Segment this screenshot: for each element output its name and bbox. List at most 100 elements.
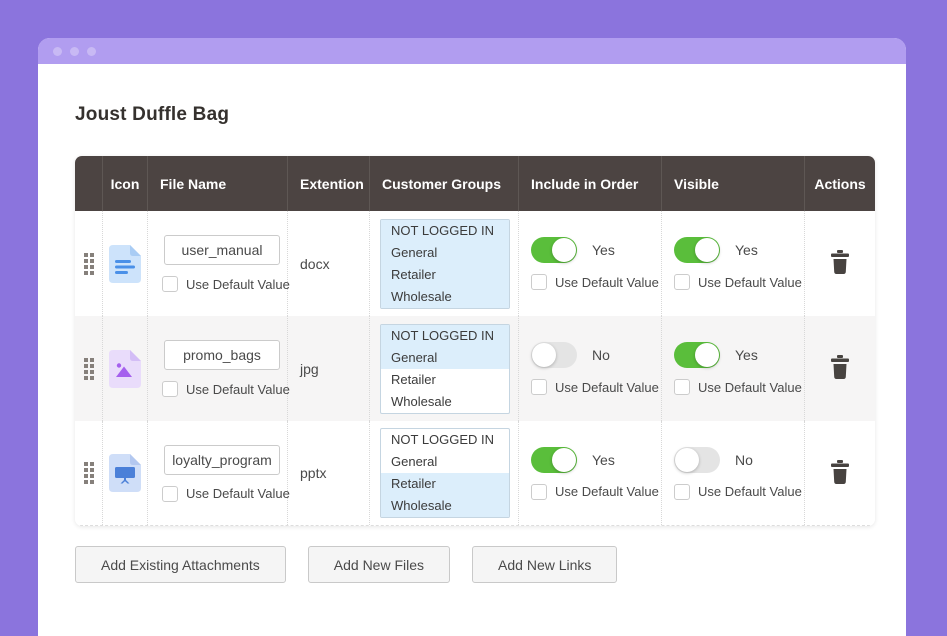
visible-cell: Yes Use Default Value — [662, 211, 805, 316]
customer-groups-cell: NOT LOGGED INGeneralRetailerWholesale — [370, 421, 519, 525]
attachments-table: Icon File Name Extention Customer Groups… — [75, 156, 875, 526]
customer-group-option[interactable]: General — [381, 242, 509, 264]
visible-cell: Yes Use Default Value — [662, 316, 805, 421]
customer-group-option[interactable]: Retailer — [381, 473, 509, 495]
toggle-state-label: No — [735, 452, 753, 468]
drag-handle-icon[interactable] — [84, 253, 94, 275]
window-control-dot[interactable] — [70, 47, 79, 56]
use-default-label: Use Default Value — [186, 277, 290, 292]
extension-value: docx — [300, 256, 369, 272]
header-actions: Actions — [805, 156, 875, 211]
use-default-checkbox[interactable] — [162, 486, 178, 502]
window-control-dot[interactable] — [87, 47, 96, 56]
visible-toggle[interactable] — [674, 237, 720, 263]
toggle-state-label: Yes — [592, 242, 615, 258]
icon-cell — [103, 316, 148, 421]
delete-button[interactable] — [826, 351, 854, 386]
use-default-checkbox[interactable] — [531, 379, 547, 395]
document-file-icon — [109, 245, 141, 283]
use-default-label: Use Default Value — [698, 484, 802, 499]
use-default-checkbox[interactable] — [674, 379, 690, 395]
include-in-order-cell: Yes Use Default Value — [519, 211, 662, 316]
toggle-state-label: Yes — [592, 452, 615, 468]
visible-toggle[interactable] — [674, 447, 720, 473]
customer-groups-listbox: NOT LOGGED INGeneralRetailerWholesale — [380, 324, 510, 414]
visible-toggle[interactable] — [674, 342, 720, 368]
file-name-cell: Use Default Value — [148, 421, 288, 525]
include-in-order-toggle[interactable] — [531, 447, 577, 473]
use-default-checkbox[interactable] — [531, 484, 547, 500]
header-file-name: File Name — [148, 156, 288, 211]
use-default-label: Use Default Value — [698, 380, 802, 395]
customer-groups-cell: NOT LOGGED INGeneralRetailerWholesale — [370, 316, 519, 421]
include-in-order-toggle[interactable] — [531, 237, 577, 263]
table-row: Use Default Value jpg NOT LOGGED INGener… — [75, 316, 875, 421]
customer-group-option[interactable]: NOT LOGGED IN — [381, 325, 509, 347]
header-extention: Extention — [288, 156, 370, 211]
toggle-state-label: Yes — [735, 242, 758, 258]
icon-cell — [103, 211, 148, 316]
image-file-icon — [109, 350, 141, 388]
use-default-label: Use Default Value — [698, 275, 802, 290]
table-row: Use Default Value docx NOT LOGGED INGene… — [75, 211, 875, 316]
table-header-row: Icon File Name Extention Customer Groups… — [75, 156, 875, 211]
drag-handle-icon[interactable] — [84, 358, 94, 380]
toggle-state-label: No — [592, 347, 610, 363]
page-title: Joust Duffle Bag — [75, 104, 869, 126]
customer-groups-listbox: NOT LOGGED INGeneralRetailerWholesale — [380, 219, 510, 309]
extension-value: pptx — [300, 465, 369, 481]
window-titlebar — [38, 38, 906, 64]
file-name-input[interactable] — [164, 445, 280, 475]
customer-group-option[interactable]: Retailer — [381, 264, 509, 286]
use-default-checkbox[interactable] — [674, 274, 690, 290]
include-in-order-cell: Yes Use Default Value — [519, 421, 662, 525]
use-default-checkbox[interactable] — [162, 381, 178, 397]
file-name-cell: Use Default Value — [148, 316, 288, 421]
header-include-in-order: Include in Order — [519, 156, 662, 211]
actions-cell — [805, 211, 875, 316]
header-icon: Icon — [103, 156, 148, 211]
customer-groups-listbox: NOT LOGGED INGeneralRetailerWholesale — [380, 428, 510, 518]
add-existing-attachments-button[interactable]: Add Existing Attachments — [75, 546, 286, 583]
actions-cell — [805, 316, 875, 421]
icon-cell — [103, 421, 148, 525]
customer-group-option[interactable]: NOT LOGGED IN — [381, 220, 509, 242]
extension-cell: pptx — [288, 421, 370, 525]
customer-group-option[interactable]: Wholesale — [381, 495, 509, 517]
actions-cell — [805, 421, 875, 525]
use-default-checkbox[interactable] — [531, 274, 547, 290]
extension-cell: docx — [288, 211, 370, 316]
customer-group-option[interactable]: General — [381, 347, 509, 369]
customer-group-option[interactable]: NOT LOGGED IN — [381, 429, 509, 451]
window-control-dot[interactable] — [53, 47, 62, 56]
presentation-file-icon — [109, 454, 141, 492]
table-row: Use Default Value pptx NOT LOGGED INGene… — [75, 421, 875, 526]
customer-group-option[interactable]: Retailer — [381, 369, 509, 391]
delete-button[interactable] — [826, 456, 854, 491]
include-in-order-cell: No Use Default Value — [519, 316, 662, 421]
drag-cell — [75, 316, 103, 421]
delete-button[interactable] — [826, 246, 854, 281]
use-default-checkbox[interactable] — [674, 484, 690, 500]
file-name-input[interactable] — [164, 235, 280, 265]
customer-group-option[interactable]: General — [381, 451, 509, 473]
header-visible: Visible — [662, 156, 805, 211]
use-default-label: Use Default Value — [555, 275, 659, 290]
trash-icon — [830, 460, 850, 484]
customer-group-option[interactable]: Wholesale — [381, 391, 509, 413]
extension-value: jpg — [300, 361, 369, 377]
drag-handle-icon[interactable] — [84, 462, 94, 484]
app-window: Joust Duffle Bag Icon File Name Extentio… — [38, 38, 906, 636]
customer-group-option[interactable]: Wholesale — [381, 286, 509, 308]
customer-groups-cell: NOT LOGGED INGeneralRetailerWholesale — [370, 211, 519, 316]
use-default-checkbox[interactable] — [162, 276, 178, 292]
toggle-state-label: Yes — [735, 347, 758, 363]
add-new-files-button[interactable]: Add New Files — [308, 546, 450, 583]
file-name-input[interactable] — [164, 340, 280, 370]
use-default-label: Use Default Value — [555, 380, 659, 395]
trash-icon — [830, 250, 850, 274]
add-new-links-button[interactable]: Add New Links — [472, 546, 617, 583]
include-in-order-toggle[interactable] — [531, 342, 577, 368]
extension-cell: jpg — [288, 316, 370, 421]
visible-cell: No Use Default Value — [662, 421, 805, 525]
